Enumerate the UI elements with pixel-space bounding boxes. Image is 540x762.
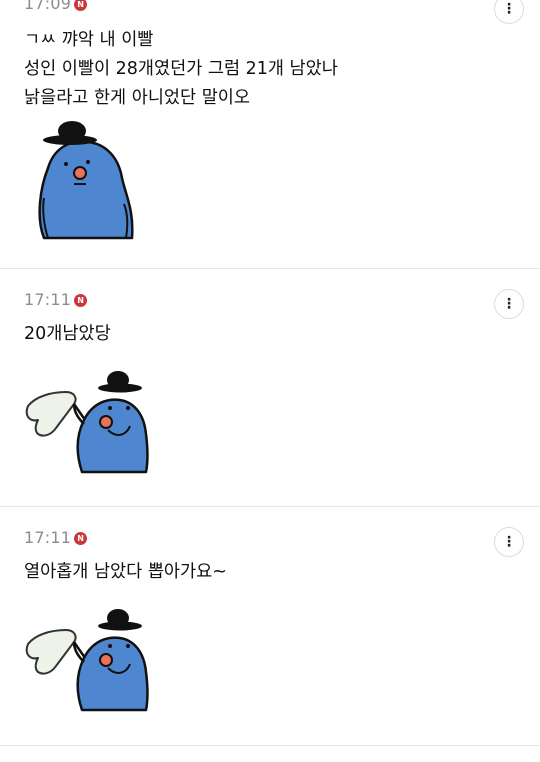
more-options-button[interactable]: ⋮ — [494, 289, 524, 319]
more-options-button[interactable]: ⋮ — [494, 527, 524, 557]
message-line: 성인 이빨이 28개였던가 그럼 21개 남았나 — [24, 59, 338, 79]
post-divider — [0, 745, 540, 746]
message-line: 낡을라고 한게 아니었단 말이오 — [24, 88, 250, 108]
post-time: 17:11 — [24, 528, 72, 547]
new-badge: N — [74, 293, 88, 307]
post-divider — [0, 506, 540, 507]
post-time-row: 17:09 N — [24, 0, 88, 13]
new-badge: N — [74, 0, 88, 11]
more-vertical-icon: ⋮ — [502, 534, 516, 550]
post-time-row: 17:11 N — [24, 528, 88, 547]
blue-character-waving-flag-sticker — [25, 609, 149, 712]
post-3: 17:11 N ⋮ 열아홉개 남았다 뽑아가요~ — [0, 508, 540, 748]
post-message: 20개남았당 — [24, 320, 111, 349]
post-2: 17:11 N ⋮ 20개남았당 — [0, 270, 540, 508]
blue-character-worried-sticker — [38, 121, 134, 240]
message-line: 열아홉개 남았다 뽑아가요~ — [24, 562, 227, 582]
blue-character-waving-flag-sticker — [25, 371, 149, 474]
post-message: 열아홉개 남았다 뽑아가요~ — [24, 558, 227, 587]
post-divider — [0, 268, 540, 269]
message-line: ㄱㅆ 꺄악 내 이빨 — [24, 30, 154, 50]
post-time: 17:09 — [24, 0, 72, 13]
post-time: 17:11 — [24, 290, 72, 309]
more-vertical-icon: ⋮ — [502, 1, 516, 17]
new-badge: N — [74, 531, 88, 545]
post-time-row: 17:11 N — [24, 290, 88, 309]
post-message: ㄱㅆ 꺄악 내 이빨 성인 이빨이 28개였던가 그럼 21개 남았나 낡을라고… — [24, 26, 338, 113]
more-vertical-icon: ⋮ — [502, 296, 516, 312]
message-line: 20개남았당 — [24, 324, 111, 344]
post-1: 17:09 N ⋮ ㄱㅆ 꺄악 내 이빨 성인 이빨이 28개였던가 그럼 21… — [0, 0, 540, 270]
more-options-button[interactable]: ⋮ — [494, 0, 524, 24]
